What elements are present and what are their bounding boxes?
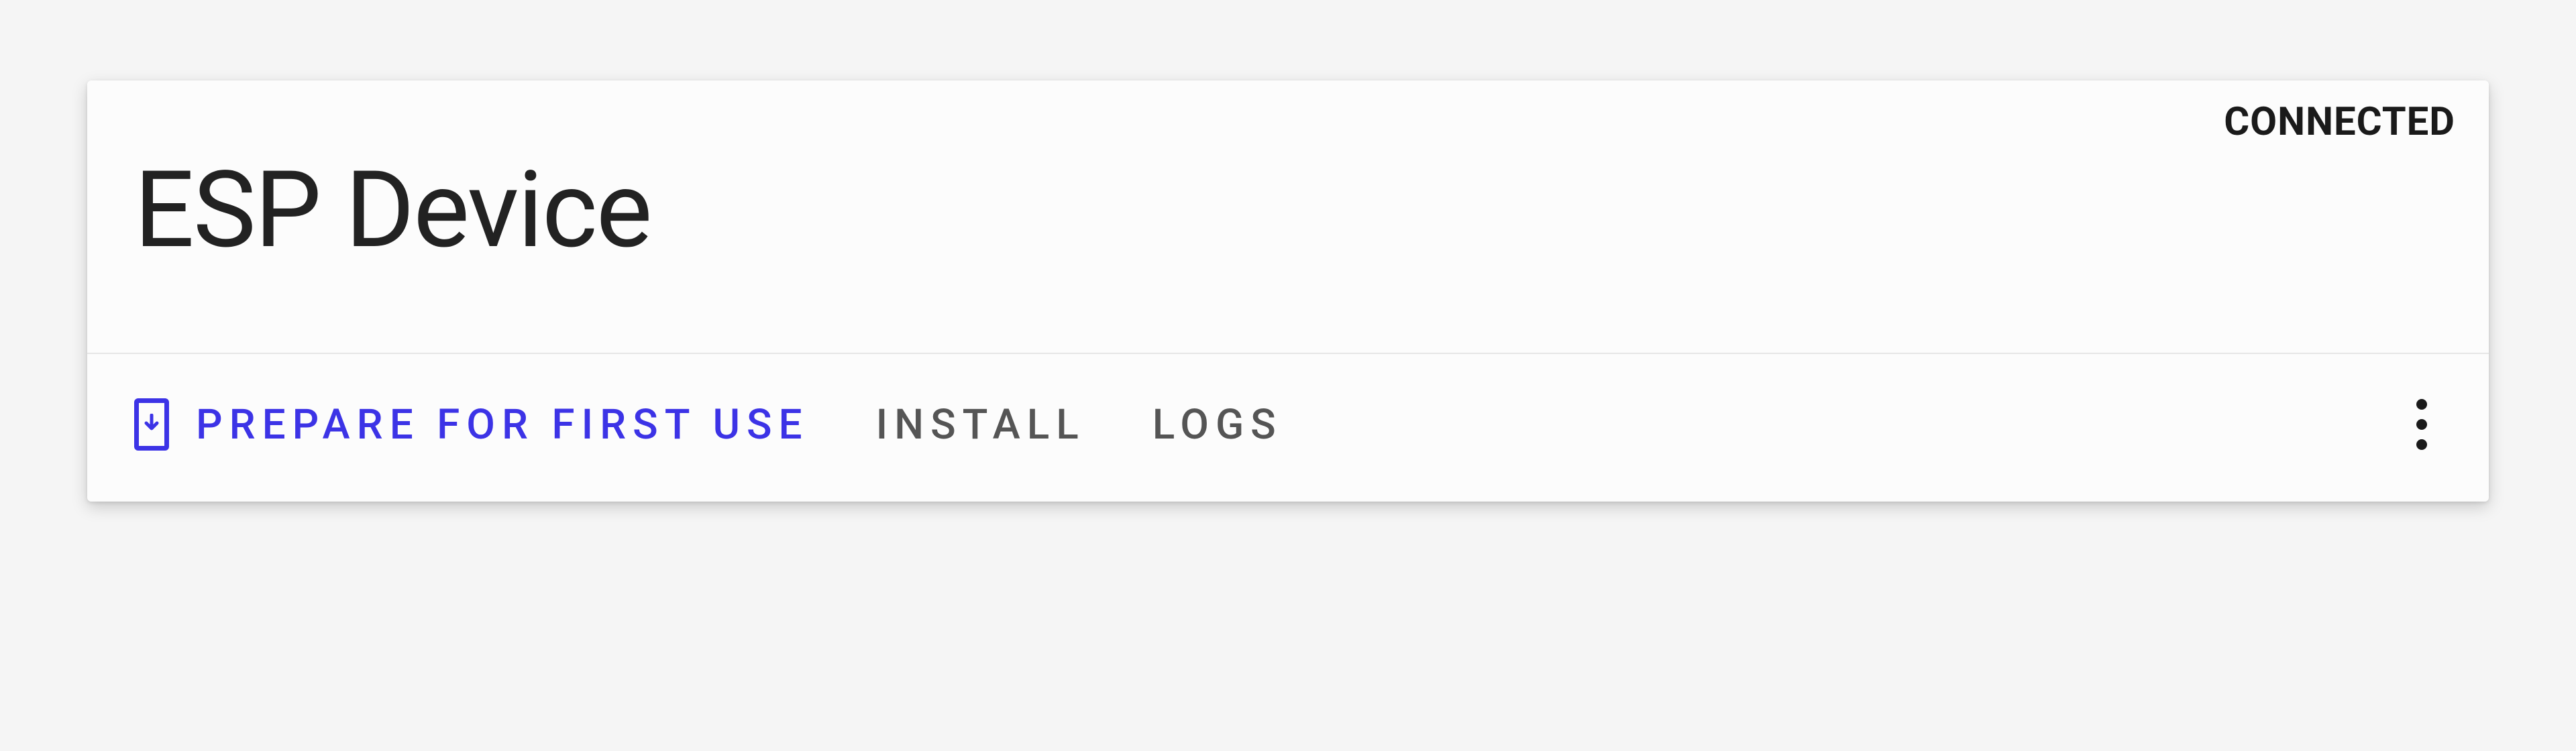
install-button[interactable]: INSTALL [876,400,1085,449]
prepare-first-use-button[interactable]: PREPARE FOR FIRST USE [196,400,809,449]
connection-status-badge: CONNECTED [2224,99,2455,145]
device-title: ESP Device [134,148,2442,272]
more-vertical-icon [2416,419,2427,430]
download-device-icon [134,398,169,451]
more-menu-button[interactable] [2402,394,2442,455]
device-card: CONNECTED ESP Device PREPARE FOR FIRST U… [87,80,2489,502]
more-vertical-icon [2416,439,2427,450]
more-vertical-icon [2416,399,2427,410]
card-actions: PREPARE FOR FIRST USE INSTALL LOGS [87,354,2489,502]
card-header: CONNECTED ESP Device [87,80,2489,354]
logs-button[interactable]: LOGS [1152,400,1283,449]
prepare-group: PREPARE FOR FIRST USE [134,398,809,451]
